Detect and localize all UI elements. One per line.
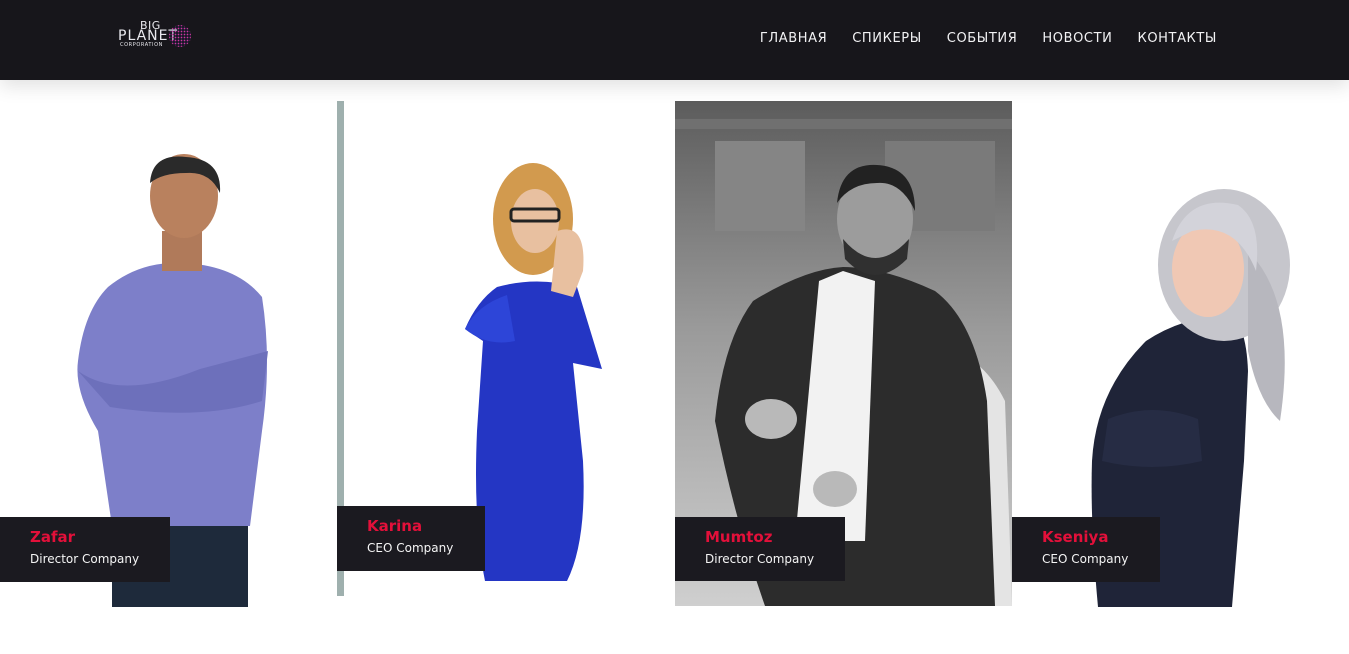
speaker-role: CEO Company xyxy=(1042,552,1129,566)
speakers-section: Zafar Director Company Karina CEO Compan… xyxy=(0,101,1349,607)
speaker-name: Zafar xyxy=(30,528,76,546)
speaker-name: Mumtoz xyxy=(705,528,773,546)
main-nav: ГЛАВНАЯ СПИКЕРЫ СОБЫТИЯ НОВОСТИ КОНТАКТЫ xyxy=(760,31,1217,46)
nav-item-events[interactable]: СОБЫТИЯ xyxy=(947,31,1018,46)
speaker-label-karina: Karina CEO Company xyxy=(337,506,485,571)
speaker-label-zafar: Zafar Director Company xyxy=(0,517,170,582)
speaker-role: Director Company xyxy=(30,552,140,566)
speaker-label-kseniya: Kseniya CEO Company xyxy=(1012,517,1160,582)
speaker-card-mumtoz[interactable]: Mumtoz Director Company xyxy=(675,101,1012,606)
speaker-name: Kseniya xyxy=(1042,528,1109,546)
speaker-label-mumtoz: Mumtoz Director Company xyxy=(675,517,845,581)
speaker-card-zafar[interactable]: Zafar Director Company xyxy=(0,101,337,607)
speaker-card-kseniya[interactable]: Kseniya CEO Company xyxy=(1012,101,1349,607)
nav-item-home[interactable]: ГЛАВНАЯ xyxy=(760,31,827,46)
speaker-role: CEO Company xyxy=(367,541,454,555)
site-header: BIG PLANET CORPORATION ГЛАВНАЯ СПИКЕРЫ С… xyxy=(0,0,1349,80)
planet-dots-icon xyxy=(169,25,191,47)
nav-item-contacts[interactable]: КОНТАКТЫ xyxy=(1137,31,1217,46)
speaker-name: Karina xyxy=(367,517,423,535)
nav-item-news[interactable]: НОВОСТИ xyxy=(1042,31,1112,46)
big-planet-logo[interactable]: BIG PLANET CORPORATION xyxy=(118,18,194,58)
speaker-card-karina[interactable]: Karina CEO Company xyxy=(337,101,675,596)
speaker-role: Director Company xyxy=(705,552,815,566)
nav-item-speakers[interactable]: СПИКЕРЫ xyxy=(852,31,922,46)
